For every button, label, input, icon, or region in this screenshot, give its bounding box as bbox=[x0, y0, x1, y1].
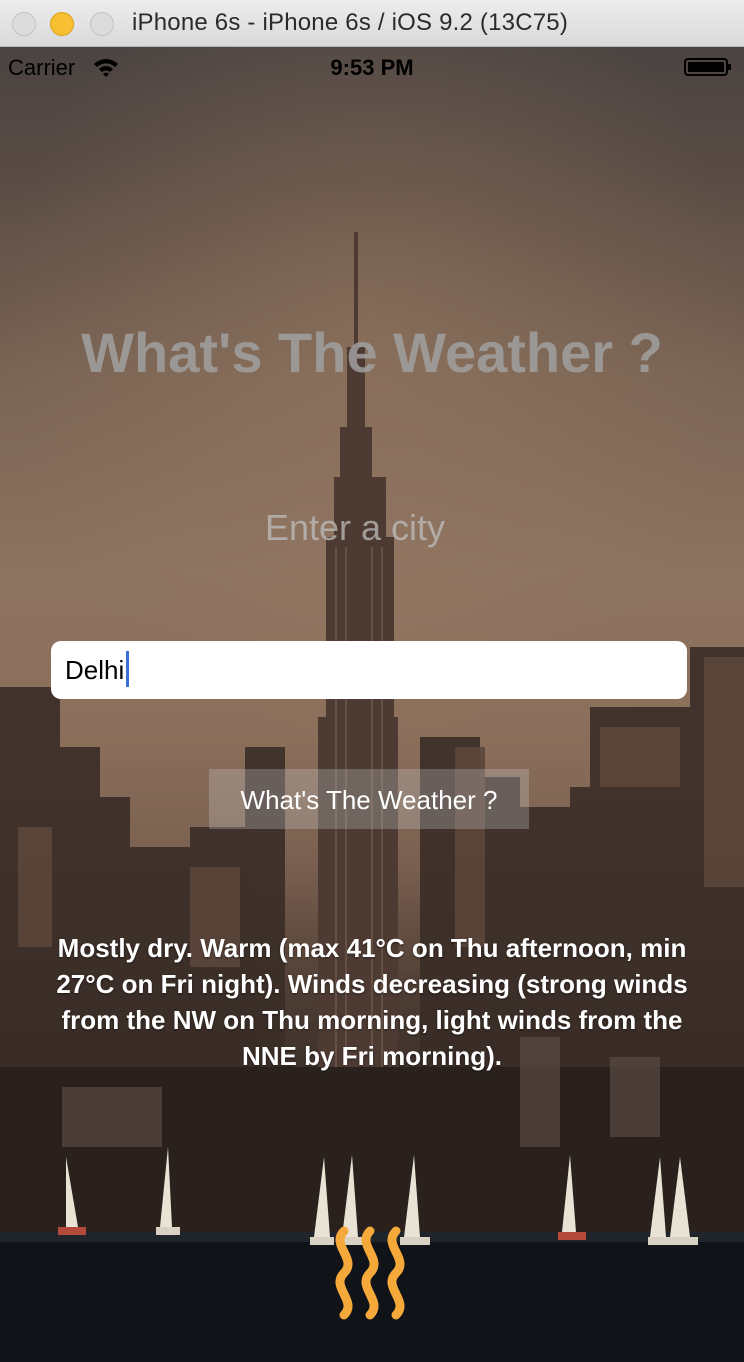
status-bar: Carrier 9:53 PM bbox=[0, 47, 744, 87]
zoom-window-button[interactable] bbox=[90, 12, 114, 36]
enter-city-prompt: Enter a city bbox=[264, 507, 446, 548]
app-title: What's The Weather ? bbox=[81, 321, 663, 384]
heat-wave-icon bbox=[335, 1226, 405, 1320]
simulator-window: iPhone 6s - iPhone 6s / iOS 9.2 (13C75) bbox=[0, 0, 744, 1362]
forecast-text: Mostly dry. Warm (max 41°C on Thu aftern… bbox=[56, 933, 688, 1071]
battery-icon bbox=[684, 58, 731, 76]
whats-the-weather-button[interactable]: What's The Weather ? bbox=[209, 769, 529, 829]
status-time: 9:53 PM bbox=[330, 55, 414, 80]
close-window-button[interactable] bbox=[12, 12, 36, 36]
city-skyline-background bbox=[0, 232, 744, 1362]
text-cursor bbox=[126, 651, 129, 687]
minimize-window-button[interactable] bbox=[50, 12, 74, 36]
city-input[interactable] bbox=[51, 641, 687, 699]
app-screen: Carrier 9:53 PM What's The Weather ? Ent… bbox=[0, 47, 744, 1362]
window-titlebar: iPhone 6s - iPhone 6s / iOS 9.2 (13C75) bbox=[0, 0, 744, 47]
window-title: iPhone 6s - iPhone 6s / iOS 9.2 (13C75) bbox=[132, 9, 569, 36]
